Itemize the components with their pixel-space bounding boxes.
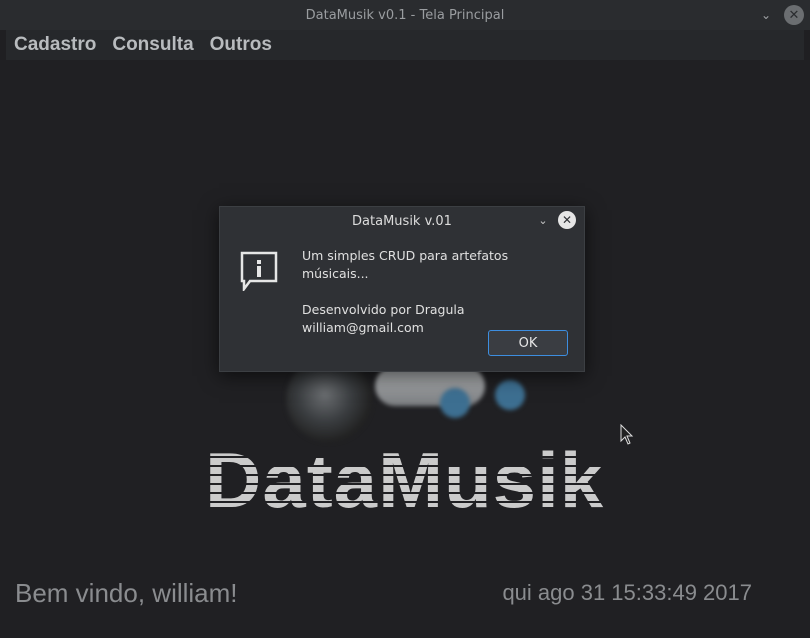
dialog-title: DataMusik v.01: [352, 213, 452, 229]
close-icon[interactable]: ✕: [558, 211, 576, 229]
message-line: Desenvolvido por Dragula: [302, 302, 465, 317]
window-title: DataMusik v0.1 - Tela Principal: [305, 7, 505, 23]
menu-item-cadastro[interactable]: Cadastro: [6, 34, 104, 56]
window-titlebar: DataMusik v0.1 - Tela Principal ⌄ ✕: [0, 0, 810, 30]
close-icon[interactable]: ✕: [784, 5, 804, 25]
message-line: Um simples CRUD para artefatos músicais.…: [302, 248, 509, 281]
datetime-label: qui ago 31 15:33:49 2017: [502, 580, 752, 605]
welcome-label: Bem vindo, william!: [15, 578, 238, 608]
chevron-down-icon[interactable]: ⌄: [756, 5, 776, 25]
music-note-graphic: [440, 388, 470, 418]
dialog-controls: ⌄ ✕: [534, 211, 576, 229]
about-dialog: DataMusik v.01 ⌄ ✕ Um simples CRUD para …: [219, 206, 585, 372]
logo-text: DataMusik: [205, 440, 610, 520]
mouse-cursor-icon: [620, 424, 634, 445]
menu-item-outros[interactable]: Outros: [202, 34, 280, 56]
music-note-graphic: [495, 380, 525, 410]
dialog-message: Um simples CRUD para artefatos músicais.…: [302, 247, 572, 337]
menu-bar: Cadastro Consulta Outros: [6, 30, 804, 60]
info-icon: [240, 251, 278, 291]
ok-button[interactable]: OK: [488, 330, 568, 356]
menu-item-consulta[interactable]: Consulta: [104, 34, 201, 56]
chevron-down-icon[interactable]: ⌄: [534, 211, 552, 229]
window-controls: ⌄ ✕: [756, 5, 804, 25]
